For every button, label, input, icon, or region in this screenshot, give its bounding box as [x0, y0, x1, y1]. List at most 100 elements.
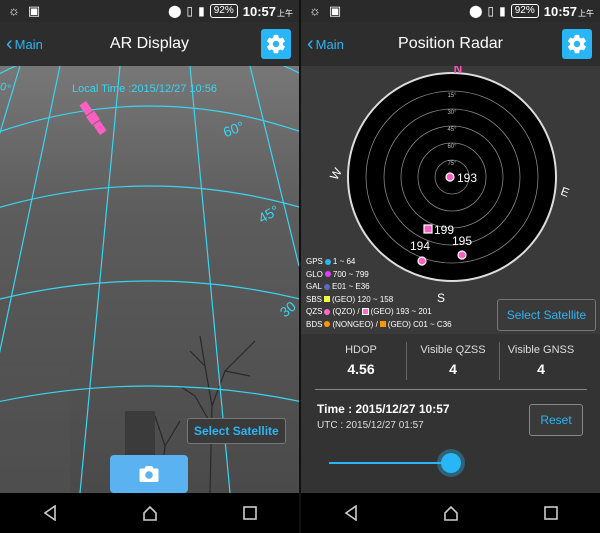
signal-icon: ▮: [198, 4, 205, 18]
image-icon: ▣: [27, 3, 41, 18]
nav-home-icon[interactable]: [443, 505, 459, 521]
legend-range: (GEO) C01 ~ C36: [387, 319, 452, 329]
location-icon: ⬤: [168, 4, 182, 18]
select-satellite-button[interactable]: Select Satellite: [187, 418, 286, 444]
elevation-arc: [0, 280, 299, 300]
battery-indicator: 92%: [209, 4, 238, 18]
satellite-marker: [457, 250, 467, 260]
satellite-marker: [445, 172, 455, 182]
ar-display-screen: ☼ ▣ ⬤ ▯ ▮ 92% 10:57上午 ‹ Main AR Display: [0, 0, 301, 533]
elevation-arc: [0, 105, 299, 133]
satellite-marker: [423, 224, 433, 234]
local-time-label: Local Time :2015/12/27 10:56: [72, 83, 217, 95]
two-screen-composite: ☼ ▣ ⬤ ▯ ▮ 92% 10:57上午 ‹ Main AR Display: [0, 0, 600, 533]
nav-recents-icon[interactable]: [243, 506, 257, 520]
satellite-id: 193: [457, 171, 477, 185]
time-slider-track[interactable]: [329, 462, 453, 464]
bds-dot-icon: [324, 321, 331, 328]
clock-ampm: 上午: [277, 8, 293, 18]
status-bar: ☼ ▣ ⬤ ▯ ▮ 92% 10:57上午: [301, 0, 600, 22]
clock-time: 10:57: [242, 3, 276, 19]
settings-button[interactable]: [261, 29, 291, 59]
status-icons-left: ☼ ▣: [309, 3, 341, 19]
brightness-icon: ☼: [309, 3, 321, 18]
legend-glo: GLO 700 ~ 799: [306, 269, 452, 282]
azimuth-line: [0, 66, 21, 135]
time-label: Time : 2015/12/27 10:57: [317, 402, 450, 416]
visible-gnss-stat: Visible GNSS 4: [500, 344, 582, 377]
bds-square-icon: [379, 321, 386, 328]
gear-icon: [567, 34, 586, 54]
legend-label: BDS: [306, 319, 323, 329]
chevron-left-icon: ‹: [6, 33, 13, 55]
toolbar: ‹ Main AR Display: [0, 22, 299, 66]
ring-label: 30°: [447, 110, 457, 116]
legend-label: GLO: [306, 269, 323, 279]
nav-back-icon[interactable]: [42, 505, 58, 521]
location-icon: ⬤: [469, 4, 483, 18]
camera-ar-view[interactable]: Local Time :2015/12/27 10:56 60° 45° 30 …: [0, 66, 299, 493]
legend-gal: GAL E01 ~ E36: [306, 281, 452, 294]
visible-qzss-value: 4: [449, 361, 457, 377]
reset-button[interactable]: Reset: [529, 404, 583, 436]
battery-indicator: 92%: [510, 4, 539, 18]
hdop-stat: HDOP 4.56: [317, 344, 405, 377]
legend-range: 1 ~ 64: [332, 257, 356, 266]
nav-back-icon[interactable]: [343, 505, 359, 521]
clock-time: 10:57: [543, 3, 577, 19]
gps-dot-icon: [324, 258, 331, 265]
legend-range: (GEO) 193 ~ 201: [370, 307, 432, 316]
ring-label: 60°: [447, 144, 457, 150]
utc-label: UTC : 2015/12/27 01:57: [317, 420, 424, 431]
visible-gnss-label: Visible GNSS: [507, 344, 575, 356]
legend-sbs: SBS (GEO) 120 ~ 158: [306, 294, 452, 307]
legend-range: (NONGEO) /: [332, 319, 378, 329]
signal-icon: ▮: [499, 4, 506, 18]
satellite-id: 194: [410, 239, 430, 253]
status-icons-right: ⬤ ▯ ▮ 92% 10:57上午: [168, 4, 293, 19]
status-icons-left: ☼ ▣: [8, 3, 40, 19]
back-button[interactable]: ‹ Main: [6, 34, 43, 54]
satellite-id: 195: [452, 234, 472, 248]
legend-label: GPS: [306, 257, 323, 266]
legend-range: E01 ~ E36: [332, 282, 370, 291]
gear-icon: [266, 34, 285, 54]
clock-ampm: 上午: [578, 8, 594, 18]
camera-icon: [139, 466, 159, 482]
nav-home-icon[interactable]: [142, 505, 158, 521]
stats-panel: HDOP 4.56 Visible QZSS 4 Visible GNSS 4 …: [301, 334, 600, 493]
status-icons-right: ⬤ ▯ ▮ 92% 10:57上午: [469, 4, 594, 19]
legend-range: (GEO) 120 ~ 158: [332, 294, 394, 304]
toolbar: ‹ Main Position Radar: [301, 22, 600, 66]
compass-east: E: [559, 184, 571, 200]
azimuth-line: [249, 66, 299, 267]
ring-label: 15°: [447, 93, 457, 99]
elevation-arc: [0, 185, 299, 208]
nav-recents-icon[interactable]: [544, 506, 558, 520]
select-satellite-button[interactable]: Select Satellite: [497, 299, 596, 331]
hdop-value: 4.56: [347, 361, 375, 377]
legend-bds: BDS (NONGEO) / (GEO) C01 ~ C36: [306, 319, 452, 332]
gal-dot-icon: [324, 283, 331, 290]
legend-label: QZS: [306, 307, 323, 316]
ring-label: 45°: [447, 127, 457, 133]
legend-label: SBS: [306, 294, 323, 304]
vibrate-icon: ▯: [186, 4, 194, 18]
compass-west: W: [327, 165, 345, 182]
brightness-icon: ☼: [8, 3, 20, 18]
camera-button[interactable]: [110, 455, 188, 493]
status-bar: ☼ ▣ ⬤ ▯ ▮ 92% 10:57上午: [0, 0, 299, 22]
android-nav-bar: [0, 493, 299, 533]
satellite-icon[interactable]: [79, 100, 108, 136]
clock: 10:57上午: [243, 4, 293, 19]
compass-north: N: [454, 66, 463, 76]
back-button[interactable]: ‹ Main: [307, 34, 344, 54]
glo-dot-icon: [324, 271, 331, 278]
visible-gnss-value: 4: [537, 361, 545, 377]
settings-button[interactable]: [562, 29, 592, 59]
time-slider-thumb[interactable]: [441, 453, 461, 473]
back-label: Main: [14, 36, 43, 52]
legend-label: GAL: [306, 282, 323, 291]
qzs-dot-icon: [324, 308, 331, 315]
ring-label: 75°: [447, 161, 457, 167]
